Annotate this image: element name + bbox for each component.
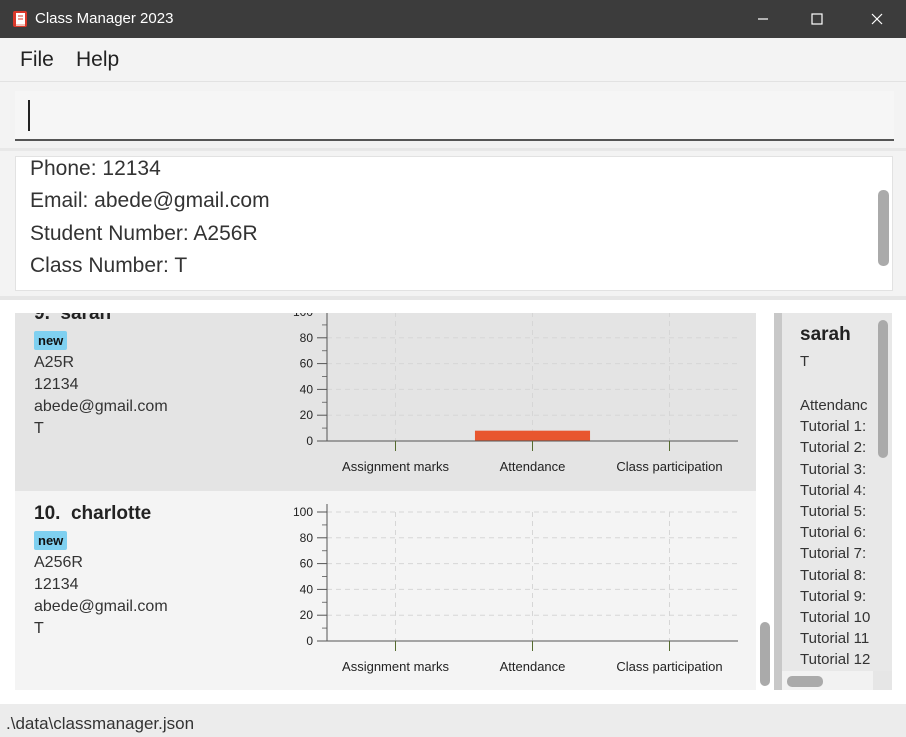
student-email: abede@gmail.com <box>34 398 168 415</box>
maximize-button[interactable] <box>794 0 840 38</box>
y-tick-label: 0 <box>306 434 313 448</box>
result-class-number: Class Number: T <box>30 254 188 277</box>
grade-chart: 0 20 40 60 80 100 Assignment marks Attendance Cl… <box>293 313 738 474</box>
x-tick-label: Attendance <box>500 659 566 674</box>
app-icon <box>13 11 27 27</box>
result-email: Email: abede@gmail.com <box>30 189 270 212</box>
y-tick-label: 40 <box>300 582 314 596</box>
result-display[interactable]: Phone: 12134 Email: abede@gmail.com Stud… <box>15 156 893 291</box>
window-title: Class Manager 2023 <box>35 10 174 27</box>
student-number: A256R <box>34 554 83 571</box>
student-phone: 12134 <box>34 376 79 393</box>
command-input[interactable] <box>15 91 894 141</box>
close-button[interactable] <box>854 0 900 38</box>
tag-badge: new <box>34 331 68 350</box>
student-class-number: T <box>34 420 44 437</box>
result-phone: Phone: 12134 <box>30 157 161 180</box>
y-tick-label: 80 <box>300 531 314 545</box>
detail-divider <box>774 313 782 690</box>
y-tick-label: 20 <box>300 608 314 622</box>
save-location-path: .\data\classmanager.json <box>6 714 195 733</box>
detail-class-number: T <box>800 353 810 370</box>
y-tick-label: 100 <box>293 505 313 519</box>
result-scrollbar[interactable] <box>878 190 889 266</box>
y-tick-label: 20 <box>300 408 314 422</box>
detail-tutorial-line: Tutorial 4: <box>800 481 867 499</box>
x-tick-label: Class participation <box>616 659 722 674</box>
result-student-number: Student Number: A256R <box>30 222 258 245</box>
student-list[interactable]: 9. sarah new A25R 12134 abede@gmail.com … <box>15 313 756 690</box>
y-tick-label: 40 <box>300 382 314 396</box>
scroll-corner <box>873 671 892 690</box>
x-tick-label: Assignment marks <box>342 659 449 674</box>
detail-tutorial-line: Tutorial 3: <box>800 460 867 478</box>
tag-badge: new <box>34 531 68 550</box>
divider <box>0 148 906 151</box>
close-icon <box>871 13 883 25</box>
x-tick-label: Class participation <box>616 459 722 474</box>
title-bar: Class Manager 2023 <box>0 0 906 38</box>
student-name: 9. sarah <box>34 313 112 324</box>
detail-tutorial-line: Tutorial 6: <box>800 524 867 542</box>
y-tick-label: 100 <box>293 313 313 319</box>
text-caret <box>28 100 30 131</box>
detail-tutorial-line: Tutorial 5: <box>800 503 867 520</box>
detail-horizontal-scrollbar-thumb[interactable] <box>787 676 823 687</box>
grade-chart: 0 20 40 60 80 100 Assignment marks Attendance Cl… <box>293 504 738 674</box>
detail-tutorial-line: Tutorial 8: <box>800 566 867 584</box>
detail-tutorial-line: Tutorial 9: <box>800 587 867 605</box>
minimize-icon <box>758 18 768 20</box>
y-tick-label: 60 <box>300 557 314 571</box>
student-card[interactable]: 9. sarah new A25R 12134 abede@gmail.com … <box>15 313 756 491</box>
menu-help[interactable]: Help <box>76 48 119 72</box>
maximize-icon <box>811 13 823 25</box>
detail-student-name: sarah <box>800 324 851 345</box>
detail-tutorial-line: Tutorial 12 <box>800 651 871 669</box>
detail-attendance-heading: Attendanc <box>800 397 868 414</box>
detail-tutorial-line: Tutorial 11 <box>800 630 870 648</box>
detail-tutorial-line: Tutorial 1: <box>800 418 867 436</box>
student-detail-panel[interactable]: sarah T Attendanc Tutorial 1: Tutorial 2: T… <box>782 313 892 671</box>
student-number: A25R <box>34 354 75 371</box>
student-class-number: T <box>34 620 44 637</box>
student-email: abede@gmail.com <box>34 598 168 615</box>
x-tick-label: Assignment marks <box>342 459 449 474</box>
y-tick-label: 80 <box>300 331 314 345</box>
y-tick-label: 60 <box>300 357 314 371</box>
student-card[interactable]: 10. charlotte new A256R 12134 abede@gmai… <box>15 491 756 690</box>
student-phone: 12134 <box>34 576 79 593</box>
menu-file[interactable]: File <box>20 48 54 72</box>
y-tick-label: 0 <box>306 634 313 648</box>
bar-attendance <box>474 430 591 441</box>
detail-tutorial-line: Tutorial 10 <box>800 609 871 626</box>
detail-tutorial-line: Tutorial 7: <box>800 545 867 563</box>
menu-bar: File Help <box>0 38 906 82</box>
detail-tutorial-line: Tutorial 2: <box>800 439 867 457</box>
minimize-button[interactable] <box>740 0 786 38</box>
x-tick-label: Attendance <box>500 459 566 474</box>
list-scrollbar-thumb[interactable] <box>760 622 770 686</box>
detail-scrollbar-thumb[interactable] <box>878 320 888 458</box>
status-bar: .\data\classmanager.json <box>0 704 906 737</box>
student-name: 10. charlotte <box>34 503 152 524</box>
